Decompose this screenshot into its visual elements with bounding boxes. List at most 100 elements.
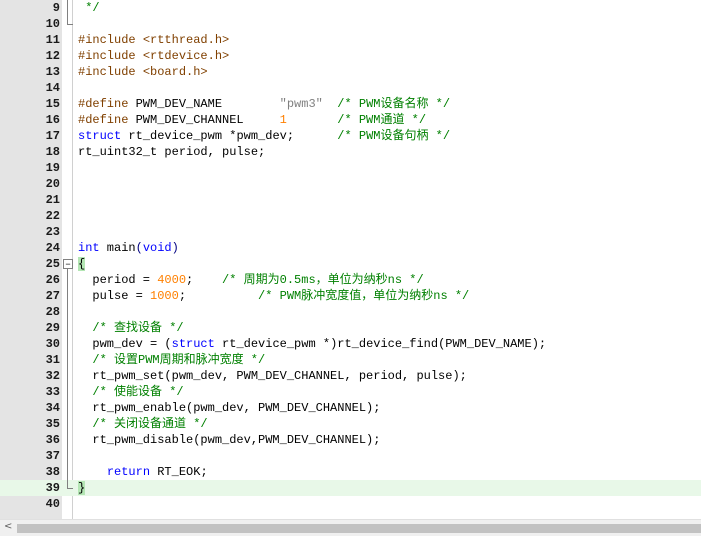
scrollbar-thumb[interactable] bbox=[17, 524, 701, 533]
line-number: 17 bbox=[45, 129, 60, 143]
code-text[interactable]: rt_uint32_t period, pulse; bbox=[78, 144, 265, 160]
line-number: 15 bbox=[45, 97, 60, 111]
code-token: 1000 bbox=[150, 289, 179, 303]
code-token: ( bbox=[135, 241, 143, 255]
code-token: <rtthread.h> bbox=[142, 33, 230, 47]
code-text[interactable]: } bbox=[78, 480, 86, 496]
code-token: rt_device_pwm *)rt_device_find(PWM_DEV_N… bbox=[214, 337, 547, 351]
code-text[interactable]: int main(void) bbox=[78, 240, 179, 256]
line-number: 40 bbox=[45, 497, 60, 511]
code-text[interactable]: /* 使能设备 */ bbox=[78, 384, 183, 400]
code-line[interactable]: 37 bbox=[0, 448, 701, 464]
code-line[interactable]: 40 bbox=[0, 496, 701, 512]
code-token: ; bbox=[186, 273, 223, 287]
code-line[interactable]: 39} bbox=[0, 480, 701, 496]
code-text[interactable]: #define PWM_DEV_CHANNEL 1 /* PWM通道 */ bbox=[78, 112, 426, 128]
code-token: period = bbox=[78, 273, 158, 287]
fold-end-marker bbox=[67, 24, 73, 25]
code-text[interactable]: /* 查找设备 */ bbox=[78, 320, 184, 336]
code-token: <board.h> bbox=[142, 65, 208, 79]
chevron-left-icon[interactable]: < bbox=[4, 521, 12, 532]
code-text[interactable]: /* 设置PWM周期和脉冲宽度 */ bbox=[78, 352, 265, 368]
code-line[interactable]: 35 /* 关闭设备通道 */ bbox=[0, 416, 701, 432]
code-line[interactable]: 11 #include <rtthread.h> bbox=[0, 32, 701, 48]
code-line[interactable]: 14 bbox=[0, 80, 701, 96]
code-line[interactable]: 21 bbox=[0, 192, 701, 208]
line-number: 29 bbox=[45, 321, 60, 335]
code-line[interactable]: 29 /* 查找设备 */ bbox=[0, 320, 701, 336]
line-number: 37 bbox=[45, 449, 60, 463]
code-token: /* 周期为0.5ms，单位为纳秒ns */ bbox=[222, 273, 424, 287]
code-token: rt_pwm_disable(pwm_dev,PWM_DEV_CHANNEL); bbox=[78, 433, 381, 447]
line-number: 24 bbox=[45, 241, 60, 255]
line-number: 10 bbox=[45, 17, 60, 31]
code-text[interactable]: #include <board.h> bbox=[78, 64, 208, 80]
line-number: 39 bbox=[45, 481, 60, 495]
code-token: rt_device_pwm *pwm_dev; bbox=[121, 129, 338, 143]
horizontal-scrollbar[interactable]: < bbox=[0, 519, 701, 536]
code-editor[interactable]: 9 */10 11 #include <rtthread.h> 12 #include … bbox=[0, 0, 701, 519]
code-line[interactable]: 19 bbox=[0, 160, 701, 176]
code-line[interactable]: 34 rt_pwm_enable(pwm_dev, PWM_DEV_CHANNE… bbox=[0, 400, 701, 416]
code-token: int bbox=[78, 241, 100, 255]
code-text[interactable]: #include <rtdevice.h> bbox=[78, 48, 229, 64]
code-line[interactable]: 33 /* 使能设备 */ bbox=[0, 384, 701, 400]
code-line[interactable]: 10 bbox=[0, 16, 701, 32]
code-line[interactable]: 36 rt_pwm_disable(pwm_dev,PWM_DEV_CHANNE… bbox=[0, 432, 701, 448]
code-token: #define bbox=[78, 113, 136, 127]
code-text[interactable]: pwm_dev = (struct rt_device_pwm *)rt_dev… bbox=[78, 336, 546, 352]
line-number: 18 bbox=[45, 145, 60, 159]
code-text[interactable]: #define PWM_DEV_NAME "pwm3" /* PWM设备名称 *… bbox=[78, 96, 450, 112]
code-line[interactable]: 27 pulse = 1000; /* PWM脉冲宽度值，单位为纳秒ns */ bbox=[0, 288, 701, 304]
code-line[interactable]: 30 pwm_dev = (struct rt_device_pwm *)rt_… bbox=[0, 336, 701, 352]
code-line[interactable]: 15 #define PWM_DEV_NAME "pwm3" /* PWM设备名称… bbox=[0, 96, 701, 112]
code-text[interactable]: rt_pwm_set(pwm_dev, PWM_DEV_CHANNEL, per… bbox=[78, 368, 467, 384]
code-text[interactable]: rt_pwm_enable(pwm_dev, PWM_DEV_CHANNEL); bbox=[78, 400, 380, 416]
line-number: 26 bbox=[45, 273, 60, 287]
code-line[interactable]: 16 #define PWM_DEV_CHANNEL 1 /* PWM通道 */ bbox=[0, 112, 701, 128]
code-line[interactable]: 22 bbox=[0, 208, 701, 224]
line-number: 12 bbox=[45, 49, 60, 63]
code-text[interactable]: #include <rtthread.h> bbox=[78, 32, 229, 48]
code-token: <rtdevice.h> bbox=[142, 49, 230, 63]
code-token: PWM_DEV_NAME bbox=[135, 97, 280, 111]
code-text[interactable]: /* 关闭设备通道 */ bbox=[78, 416, 207, 432]
code-token: return bbox=[106, 465, 151, 479]
line-number: 25 bbox=[45, 257, 60, 271]
line-number: 33 bbox=[45, 385, 60, 399]
code-token: ; bbox=[178, 289, 259, 303]
line-number: 38 bbox=[45, 465, 60, 479]
code-text[interactable]: { bbox=[78, 256, 86, 272]
collapse-fold-icon[interactable]: − bbox=[63, 259, 73, 269]
code-token: /* 设置PWM周期和脉冲宽度 */ bbox=[78, 353, 266, 367]
code-line[interactable]: 18 rt_uint32_t period, pulse; bbox=[0, 144, 701, 160]
code-line[interactable]: 26 period = 4000; /* 周期为0.5ms，单位为纳秒ns */ bbox=[0, 272, 701, 288]
code-line[interactable]: 32 rt_pwm_set(pwm_dev, PWM_DEV_CHANNEL, … bbox=[0, 368, 701, 384]
code-text[interactable]: struct rt_device_pwm *pwm_dev; /* PWM设备句… bbox=[78, 128, 450, 144]
line-number: 16 bbox=[45, 113, 60, 127]
code-line[interactable]: 23 bbox=[0, 224, 701, 240]
code-token: rt_uint32_t period, pulse; bbox=[78, 145, 266, 159]
code-line[interactable]: 31 /* 设置PWM周期和脉冲宽度 */ bbox=[0, 352, 701, 368]
code-text[interactable]: pulse = 1000; /* PWM脉冲宽度值，单位为纳秒ns */ bbox=[78, 288, 469, 304]
code-text[interactable]: period = 4000; /* 周期为0.5ms，单位为纳秒ns */ bbox=[78, 272, 424, 288]
code-line[interactable]: 13 #include <board.h> bbox=[0, 64, 701, 80]
line-number: 32 bbox=[45, 369, 60, 383]
code-line[interactable]: 38 return RT_EOK; bbox=[0, 464, 701, 480]
code-text[interactable]: return RT_EOK; bbox=[78, 464, 208, 480]
code-text[interactable]: rt_pwm_disable(pwm_dev,PWM_DEV_CHANNEL); bbox=[78, 432, 380, 448]
code-line[interactable]: 20 bbox=[0, 176, 701, 192]
code-token: /* 查找设备 */ bbox=[78, 321, 184, 335]
fold-guide-line bbox=[67, 0, 68, 24]
code-line[interactable]: 28 bbox=[0, 304, 701, 320]
code-text[interactable]: */ bbox=[78, 0, 99, 16]
code-line[interactable]: 17 struct rt_device_pwm *pwm_dev; /* PWM设… bbox=[0, 128, 701, 144]
code-token: rt_pwm_set(pwm_dev, PWM_DEV_CHANNEL, per… bbox=[78, 369, 467, 383]
code-token: pwm_dev = ( bbox=[78, 337, 172, 351]
code-line[interactable]: 12 #include <rtdevice.h> bbox=[0, 48, 701, 64]
code-line[interactable]: 25 { bbox=[0, 256, 701, 272]
line-number: 9 bbox=[52, 1, 60, 15]
code-line[interactable]: 9 */ bbox=[0, 0, 701, 16]
code-line[interactable]: 24 int main(void) bbox=[0, 240, 701, 256]
